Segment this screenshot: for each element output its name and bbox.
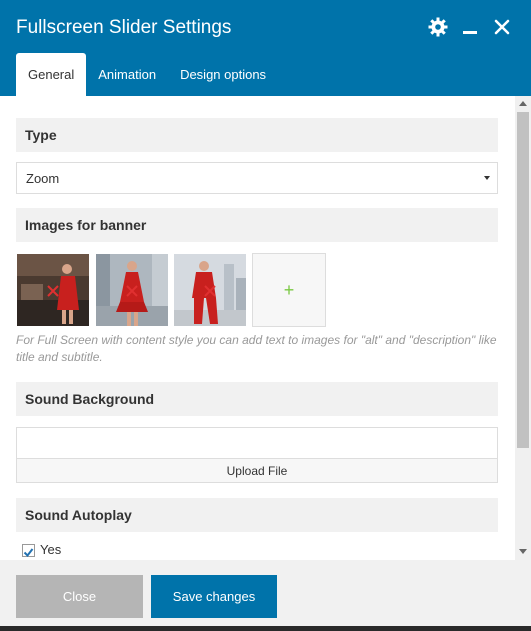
save-changes-button[interactable]: Save changes [151,575,277,618]
upload-file-button[interactable]: Upload File [16,458,498,483]
remove-image-icon[interactable] [47,284,59,297]
tab-design-options[interactable]: Design options [168,53,278,96]
remove-image-icon[interactable] [204,284,216,297]
add-image-button[interactable]: + [252,253,326,327]
section-sound-autoplay-heading: Sound Autoplay [16,498,498,532]
banner-image-thumbnail[interactable] [17,254,89,326]
header-controls [427,16,513,38]
scroll-up-arrow-icon[interactable] [519,101,527,106]
tab-animation[interactable]: Animation [86,53,168,96]
scroll-down-arrow-icon[interactable] [519,549,527,554]
modal-header: Fullscreen Slider Settings General Anima… [0,0,531,96]
tab-general[interactable]: General [16,53,87,96]
autoplay-checkbox[interactable] [22,544,35,558]
taskbar-strip [0,626,531,631]
settings-panel: Type Zoom Images for banner + For Full S… [0,96,515,560]
remove-image-icon[interactable] [126,284,138,297]
banner-image-thumbnail[interactable] [174,254,246,326]
type-select[interactable]: Zoom [16,162,498,194]
close-button[interactable]: Close [16,575,143,618]
images-hint-text: For Full Screen with content style you c… [16,333,497,364]
scrollbar-thumb[interactable] [517,112,529,448]
section-sound-background-heading: Sound Background [16,382,498,416]
autoplay-checkbox-label[interactable]: Yes [40,542,61,557]
banner-image-thumbnail[interactable] [96,254,168,326]
gear-icon[interactable] [427,16,449,38]
tab-bar: General Animation Design options [16,53,278,96]
modal-title: Fullscreen Slider Settings [16,17,232,38]
plus-icon: + [283,279,295,300]
caret-down-icon [484,176,490,180]
section-type-heading: Type [16,118,498,152]
sound-file-input[interactable] [16,427,498,459]
modal-footer: Close Save changes [0,560,531,626]
minimize-icon[interactable] [459,16,481,38]
type-select-value: Zoom [26,170,60,186]
section-images-heading: Images for banner [16,208,498,242]
close-icon[interactable] [491,16,513,38]
checkmark-icon [23,548,34,558]
vertical-scrollbar[interactable] [515,96,531,560]
